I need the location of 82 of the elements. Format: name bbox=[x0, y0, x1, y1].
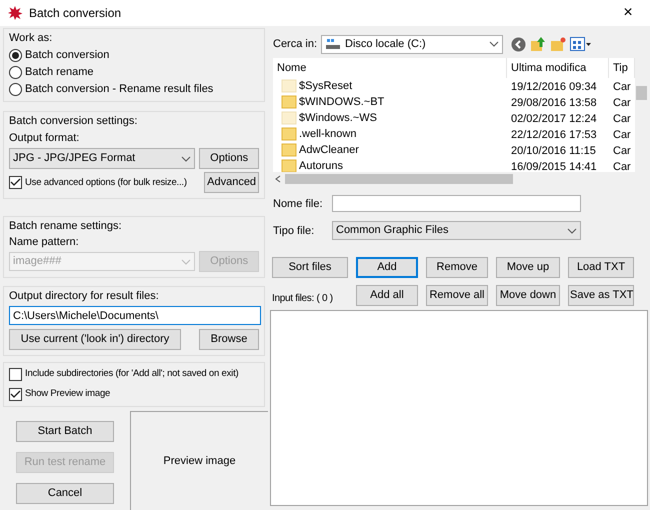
field-label: Output format: bbox=[9, 131, 80, 145]
options-button[interactable]: Options bbox=[199, 148, 259, 169]
dropdown-chevron-icon bbox=[181, 258, 192, 264]
file-type: Car bbox=[613, 161, 631, 172]
dropdown-chevron-icon bbox=[489, 41, 499, 47]
input-files-label: Input files: ( 0 ) bbox=[272, 292, 334, 306]
radio-button[interactable] bbox=[9, 66, 22, 78]
preview-label: Preview image bbox=[163, 454, 236, 468]
close-button[interactable]: × bbox=[613, 5, 643, 21]
file-type: Car bbox=[613, 81, 631, 93]
radio-label: Batch rename bbox=[25, 65, 94, 79]
look-in-dropdown[interactable]: Disco locale (C:) bbox=[321, 34, 503, 54]
field-label: Nome file: bbox=[273, 196, 323, 210]
file-name: $WINDOWS.~BT bbox=[299, 95, 384, 109]
file-name: $Windows.~WS bbox=[299, 111, 377, 125]
file-type: Car bbox=[613, 113, 631, 125]
list-button[interactable]: Save as TXT bbox=[568, 285, 634, 306]
group-title: Batch conversion settings: bbox=[9, 114, 138, 128]
checkbox-label: Use advanced options (for bulk resize...) bbox=[25, 176, 187, 190]
checkbox-label: Show Preview image bbox=[25, 387, 110, 401]
file-type: Car bbox=[613, 97, 631, 109]
radio-button[interactable] bbox=[9, 48, 22, 62]
field-label: Tipo file: bbox=[273, 224, 316, 238]
folder-icon bbox=[281, 95, 297, 109]
app-logo-icon bbox=[7, 5, 23, 21]
file-date: 19/12/2016 09:34 bbox=[511, 81, 597, 93]
folder-icon bbox=[281, 127, 297, 141]
file-type: Car bbox=[613, 145, 631, 157]
file-name-field[interactable] bbox=[332, 195, 581, 212]
file-date: 22/12/2016 17:53 bbox=[511, 129, 597, 141]
file-type: Car bbox=[613, 129, 631, 141]
radio-label: Batch conversion bbox=[25, 48, 110, 62]
radio-button[interactable] bbox=[9, 82, 22, 96]
folder-icon bbox=[281, 143, 297, 157]
directory-field[interactable]: C:\Users\Michele\Documents\ bbox=[9, 306, 261, 325]
browse-button[interactable]: Browse bbox=[199, 329, 259, 350]
file-name: .well-known bbox=[299, 127, 356, 141]
file-name: Autoruns bbox=[299, 159, 344, 172]
file-name: AdwCleaner bbox=[299, 143, 359, 157]
list-button[interactable]: Sort files bbox=[272, 257, 348, 278]
view-menu-icon[interactable] bbox=[570, 37, 592, 51]
group-title: Batch rename settings: bbox=[9, 219, 123, 233]
list-button[interactable]: Load TXT bbox=[568, 257, 634, 278]
field-label: Name pattern: bbox=[9, 235, 80, 249]
column-header[interactable]: Nome bbox=[273, 58, 507, 78]
file-date: 29/08/2016 13:58 bbox=[511, 97, 597, 109]
list-button[interactable]: Remove bbox=[426, 257, 488, 278]
checkbox[interactable] bbox=[9, 368, 22, 380]
list-button[interactable]: Move up bbox=[496, 257, 560, 278]
list-button[interactable]: Add bbox=[356, 257, 418, 278]
scroll-left-icon[interactable] bbox=[275, 174, 281, 182]
group-title: Output directory for result files: bbox=[9, 289, 160, 303]
action-button[interactable]: Cancel bbox=[16, 483, 114, 504]
file-date: 02/02/2017 12:24 bbox=[511, 113, 597, 125]
window-title: Batch conversion bbox=[29, 6, 122, 20]
group-title: Work as: bbox=[9, 31, 54, 45]
file-name: $SysReset bbox=[299, 79, 352, 93]
up-folder-icon[interactable] bbox=[530, 36, 546, 52]
new-folder-icon[interactable] bbox=[550, 36, 566, 52]
folder-icon bbox=[281, 111, 297, 125]
file-date: 16/09/2015 14:41 bbox=[511, 161, 597, 172]
field-label: Cerca in: bbox=[273, 37, 317, 51]
checkbox-label: Include subdirectories (for 'Add all'; not saved on exit) bbox=[25, 367, 238, 381]
checkbox[interactable] bbox=[9, 176, 22, 189]
format-dropdown[interactable]: JPG - JPG/JPEG Format bbox=[9, 148, 196, 169]
dropdown-chevron-icon bbox=[181, 156, 192, 162]
action-button[interactable]: Start Batch bbox=[16, 421, 114, 442]
column-header[interactable]: Ultima modifica bbox=[507, 58, 609, 78]
advanced-button[interactable]: Advanced bbox=[204, 172, 259, 193]
input-files-list[interactable] bbox=[270, 310, 648, 506]
checkbox[interactable] bbox=[9, 388, 22, 400]
use-current-directory-button[interactable]: Use current ('look in') directory bbox=[9, 329, 181, 350]
back-icon[interactable] bbox=[511, 36, 526, 52]
list-button[interactable]: Remove all bbox=[426, 285, 488, 306]
dropdown-chevron-icon bbox=[567, 228, 577, 234]
radio-label: Batch conversion - Rename result files bbox=[25, 82, 214, 96]
list-button[interactable]: Move down bbox=[496, 285, 560, 306]
file-date: 20/10/2016 11:15 bbox=[511, 145, 596, 157]
list-button[interactable]: Add all bbox=[356, 285, 418, 306]
file-type-dropdown[interactable]: Common Graphic Files bbox=[332, 221, 581, 240]
folder-icon bbox=[281, 79, 297, 93]
drive-icon bbox=[325, 38, 341, 50]
